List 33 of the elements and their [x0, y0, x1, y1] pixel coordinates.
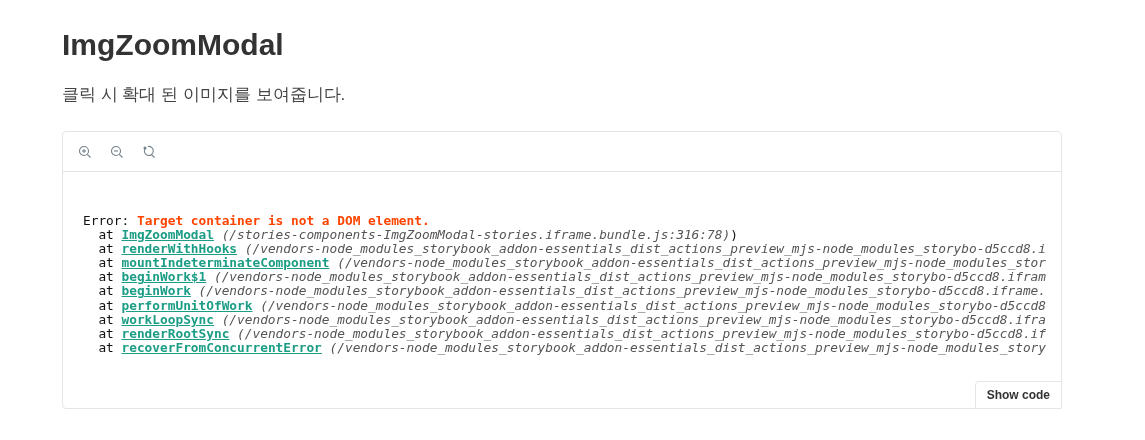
page-title: ImgZoomModal	[62, 27, 284, 63]
stack-at-label: at	[98, 256, 114, 271]
stack-at-label: at	[98, 312, 114, 327]
stack-path: (/vendors-node_modules_storybook_addon-essentials_dist_actions_preview_mjs-node_modules_storybo-d5ccd8.ifra	[221, 312, 1046, 327]
stack-path: (/vendors-node_modules_storybook_addon-essentials_dist_actions_preview_mjs-node_modules_storybo-d5ccd8.if	[237, 326, 1047, 341]
function-link[interactable]: mountIndeterminateComponent	[121, 256, 330, 271]
closing-paren: )	[730, 228, 738, 243]
function-link[interactable]: beginWork$1	[121, 270, 207, 285]
stack-path: (/vendors-node_modules_storybook_addon-essentials_dist_actions_preview_mjs-node_modules_storybo-d5ccd8	[260, 298, 1047, 313]
function-link[interactable]: renderWithHooks	[121, 242, 238, 257]
stack-at-label: at	[98, 228, 114, 243]
function-link[interactable]: performUnitOfWork	[121, 298, 253, 313]
function-link[interactable]: ImgZoomModal	[121, 228, 214, 243]
stack-at-label: at	[98, 340, 114, 355]
function-link[interactable]: workLoopSync	[121, 312, 214, 327]
stack-at-label: at	[98, 298, 114, 313]
stack-at-label: at	[98, 270, 114, 285]
stack-at-label: at	[98, 326, 114, 341]
page-description: 클릭 시 확대 된 이미지를 보여줍니다.	[62, 84, 346, 106]
error-message: Target container is not a DOM element.	[136, 214, 430, 229]
stack-path: (/vendors-node_modules_storybook_addon-essentials_dist_actions_preview_mjs-node_modules_story	[329, 340, 1047, 355]
stack-path: (/vendors-node_modules_storybook_addon-essentials_dist_actions_preview_mjs-node_modules_stor	[337, 256, 1047, 271]
stack-at-label: at	[98, 284, 114, 299]
stack-path: (/stories-components-ImgZoomModal-stories.iframe.bundle.js:316:78)	[221, 228, 731, 243]
stack-at-label: at	[98, 242, 114, 257]
function-link[interactable]: beginWork	[121, 284, 191, 299]
error-label: Error:	[83, 214, 130, 229]
stack-path: (/vendors-node_modules_storybook_addon-essentials_dist_actions_preview_mjs-node_modules_storybo-d5ccd8.iframe.	[198, 284, 1046, 299]
stack-path: (/vendors-node_modules_storybook_addon-essentials_dist_actions_preview_mjs-node_modules_storybo-d5ccd8.i	[244, 242, 1047, 257]
function-link[interactable]: recoverFromConcurrentError	[121, 340, 322, 355]
show-code-button[interactable]: Show code	[974, 381, 1062, 409]
stack-path: (/vendors-node_modules_storybook_addon-essentials_dist_actions_preview_mjs-node_modules_storybo-d5ccd8.ifram	[213, 270, 1046, 285]
function-link[interactable]: renderRootSync	[121, 326, 230, 341]
